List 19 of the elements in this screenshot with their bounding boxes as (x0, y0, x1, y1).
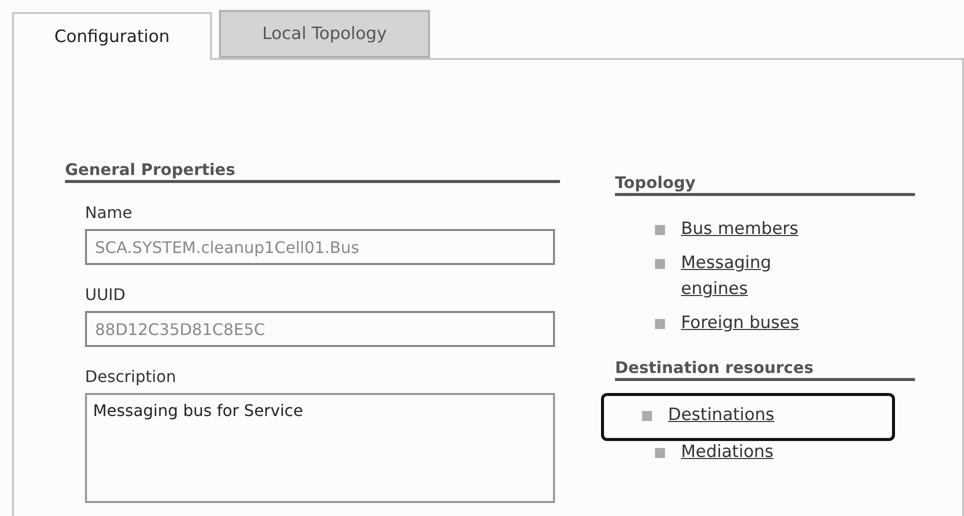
section-heading: Topology (615, 173, 915, 196)
nav-link[interactable]: Destinations (668, 402, 808, 428)
field-label: Name (85, 203, 134, 222)
bullet-icon (655, 259, 665, 269)
tab[interactable]: Local Topology (219, 10, 430, 58)
description-field[interactable]: Messaging bus for Service (85, 393, 555, 503)
section-heading: Destination resources (615, 358, 915, 381)
bullet-icon (655, 225, 665, 235)
nav-link[interactable]: Bus members (681, 216, 821, 242)
field-label: UUID (85, 285, 126, 304)
nav-link[interactable]: Messaging engines (681, 250, 821, 302)
bullet-icon (655, 319, 665, 329)
bullet-icon (642, 411, 652, 421)
section-heading: General Properties (65, 160, 560, 183)
field-label: Description (85, 367, 178, 386)
tab[interactable]: Configuration (12, 12, 212, 60)
nav-link[interactable]: Mediations (681, 439, 821, 465)
bullet-icon (655, 448, 665, 458)
nav-link[interactable]: Foreign buses (681, 310, 821, 336)
